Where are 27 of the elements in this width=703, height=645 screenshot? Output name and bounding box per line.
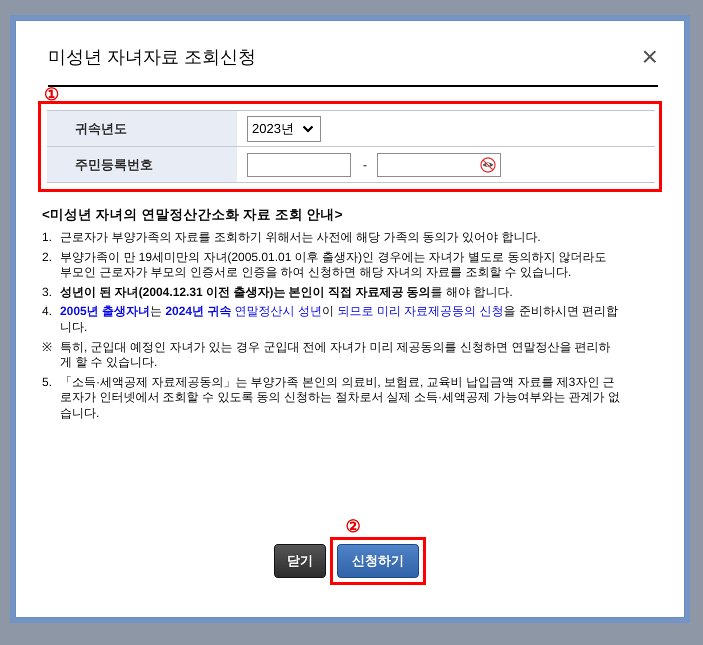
notice-text: 「소득·세액공제 자료제공동의」는 부양가족 본인의 의료비, 보험료, 교육비 납입금액 자료를 제3자인 근로자가 인터넷에서 조회할 수 있도록 동의 신청하는 절차로서 실제 소득·세액공제 가능여부와는 관계가 없습니다. [60, 374, 622, 422]
list-marker: 3. [42, 284, 54, 300]
notice-text: 근로자가 부양가족의 자료를 조회하기 위해서는 사전에 해당 가족의 동의가 있어야 합니다. [60, 230, 542, 246]
list-marker: 4. [42, 304, 54, 320]
list-marker: 5. [42, 374, 54, 391]
list-marker: ※ [42, 340, 53, 356]
dialog-title: 미성년 자녀자료 조회신청 [48, 46, 256, 69]
apply-button[interactable]: 신청하기 [337, 544, 419, 578]
year-select[interactable]: 2023년 [247, 116, 321, 142]
input-field[interactable] [377, 152, 501, 176]
chevron-down-icon [302, 124, 314, 132]
separator-text: - [363, 158, 367, 172]
close-button[interactable]: 닫기 [274, 544, 326, 578]
eye-icon[interactable] [480, 156, 496, 172]
list-marker: 1. [42, 230, 54, 246]
annotation-number: ① [44, 86, 59, 103]
annotation-number: ② [346, 518, 360, 535]
list-marker: 2. [42, 250, 54, 266]
field-label: 귀속년도 [47, 111, 237, 147]
notice-text: 부양가족이 만 19세미만의 자녀(2005.01.01 이후 출생자)인 경우에는 자녀가 별도로 동의하지 않더라도 부모인 근로자가 부모의 인증서로 인증을 하여 신청하면 해당 자녀의 자료를 조회할 수 있습니다. [60, 250, 608, 281]
input-field[interactable] [247, 152, 351, 176]
close-button[interactable]: × [642, 43, 658, 71]
notice-text: 특히, 군입대 예정인 자녀가 있는 경우 군입대 전에 자녀가 미리 제공동의를 신청하면 연말정산을 편리하게 할 수 있습니다. [60, 340, 612, 371]
field-label: 주민등록번호 [47, 147, 237, 183]
notice-text: 2005년 출생자녀는 2024년 귀속 연말정산시 성년 이 되므로 미리 자료제공동의 신청을 준비하시면 편리합니다. [60, 304, 620, 336]
notice-heading: <미성년 자녀의 연말정산간소화 자료 조회 안내> [42, 206, 344, 224]
notice-text: 성년이 된 자녀(2004.12.31 이전 출생자)는 본인이 직접 자료제공 동의를 해야 합니다. [60, 284, 514, 300]
